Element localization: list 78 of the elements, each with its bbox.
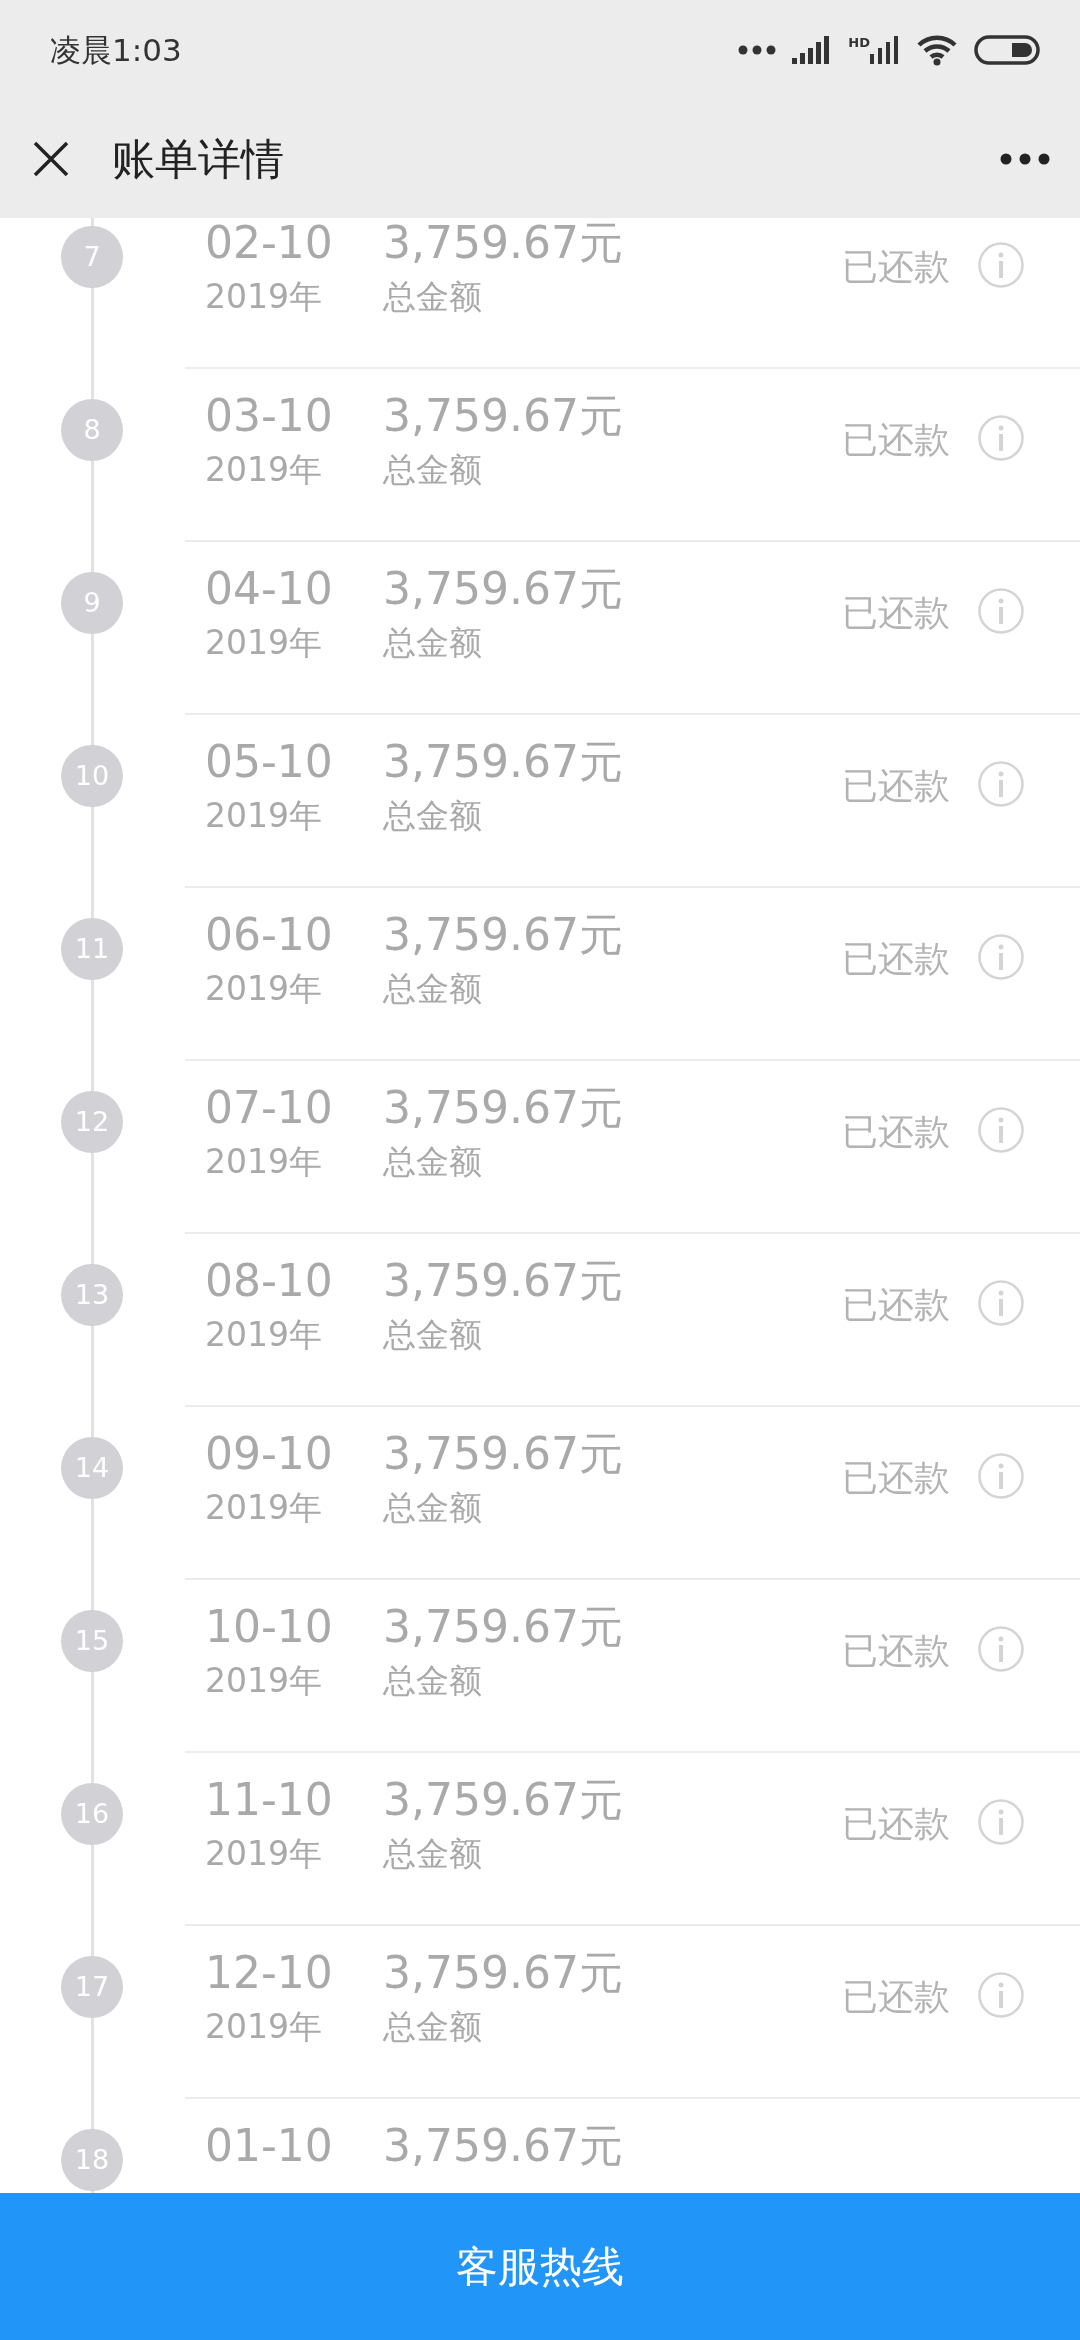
amount: 3,759.67元 xyxy=(383,1600,623,1654)
due-year: 2019年 xyxy=(205,1487,322,1529)
amount-label: 总金额 xyxy=(383,622,482,664)
due-date: 10-10 xyxy=(205,1600,333,1654)
info-icon[interactable] xyxy=(978,588,1024,634)
network-label: HD xyxy=(848,36,870,49)
wifi-icon xyxy=(916,34,958,66)
due-date: 01-10 xyxy=(205,2119,333,2173)
payment-status: 已还款 xyxy=(842,591,950,635)
due-date: 11-10 xyxy=(205,1773,333,1827)
due-year: 2019年 xyxy=(205,2006,322,2048)
amount-label: 总金额 xyxy=(383,1660,482,1702)
due-date: 03-10 xyxy=(205,389,333,443)
amount-label: 总金额 xyxy=(383,1141,482,1183)
amount-label: 总金额 xyxy=(383,2006,482,2048)
due-date: 06-10 xyxy=(205,908,333,962)
payment-status: 已还款 xyxy=(842,764,950,808)
page-title: 账单详情 xyxy=(112,132,284,186)
payment-status: 已还款 xyxy=(842,1283,950,1327)
due-year: 2019年 xyxy=(205,276,322,318)
more-icon xyxy=(738,45,777,55)
info-icon[interactable] xyxy=(978,761,1024,807)
due-year: 2019年 xyxy=(205,1141,322,1183)
payment-status: 已还款 xyxy=(842,1629,950,1673)
battery-icon xyxy=(974,35,1040,65)
amount: 3,759.67元 xyxy=(383,2119,623,2173)
amount: 3,759.67元 xyxy=(383,218,623,270)
due-date: 05-10 xyxy=(205,735,333,789)
due-year: 2019年 xyxy=(205,1314,322,1356)
due-year: 2019年 xyxy=(205,449,322,491)
info-icon[interactable] xyxy=(978,934,1024,980)
due-year: 2019年 xyxy=(205,795,322,837)
amount-label: 总金额 xyxy=(383,1314,482,1356)
payment-status: 已还款 xyxy=(842,1456,950,1500)
due-date: 08-10 xyxy=(205,1254,333,1308)
amount: 3,759.67元 xyxy=(383,562,623,616)
info-icon[interactable] xyxy=(978,1626,1024,1672)
due-date: 02-10 xyxy=(205,218,333,270)
amount-label: 总金额 xyxy=(383,795,482,837)
info-icon[interactable] xyxy=(978,1107,1024,1153)
payment-status: 已还款 xyxy=(842,245,950,289)
close-icon[interactable] xyxy=(32,140,70,178)
payment-status: 已还款 xyxy=(842,1975,950,2019)
due-year: 2019年 xyxy=(205,1660,322,1702)
amount: 3,759.67元 xyxy=(383,1081,623,1135)
amount: 3,759.67元 xyxy=(383,1773,623,1827)
amount-label: 总金额 xyxy=(383,449,482,491)
amount: 3,759.67元 xyxy=(383,735,623,789)
amount-label: 总金额 xyxy=(383,276,482,318)
payment-status: 已还款 xyxy=(842,1110,950,1154)
due-year: 2019年 xyxy=(205,622,322,664)
amount-label: 总金额 xyxy=(383,968,482,1010)
info-icon[interactable] xyxy=(978,1280,1024,1326)
amount-label: 总金额 xyxy=(383,1487,482,1529)
due-year: 2019年 xyxy=(205,1833,322,1875)
amount: 3,759.67元 xyxy=(383,908,623,962)
amount: 3,759.67元 xyxy=(383,1254,623,1308)
due-year: 2019年 xyxy=(205,968,322,1010)
info-icon[interactable] xyxy=(978,1799,1024,1845)
amount: 3,759.67元 xyxy=(383,1946,623,2000)
payment-status: 已还款 xyxy=(842,418,950,462)
payment-status: 已还款 xyxy=(842,937,950,981)
due-date: 12-10 xyxy=(205,1946,333,2000)
amount-label: 总金额 xyxy=(383,1833,482,1875)
info-icon[interactable] xyxy=(978,1453,1024,1499)
info-icon[interactable] xyxy=(978,242,1024,288)
due-date: 04-10 xyxy=(205,562,333,616)
signal-icon xyxy=(870,36,900,64)
info-icon[interactable] xyxy=(978,415,1024,461)
amount: 3,759.67元 xyxy=(383,389,623,443)
more-icon[interactable] xyxy=(1000,153,1050,165)
customer-hotline-button[interactable]: 客服热线 xyxy=(0,2193,1080,2340)
status-time: 凌晨1:03 xyxy=(50,30,182,70)
amount: 3,759.67元 xyxy=(383,1427,623,1481)
due-date: 09-10 xyxy=(205,1427,333,1481)
info-icon[interactable] xyxy=(978,1972,1024,2018)
payment-status: 已还款 xyxy=(842,1802,950,1846)
due-date: 07-10 xyxy=(205,1081,333,1135)
